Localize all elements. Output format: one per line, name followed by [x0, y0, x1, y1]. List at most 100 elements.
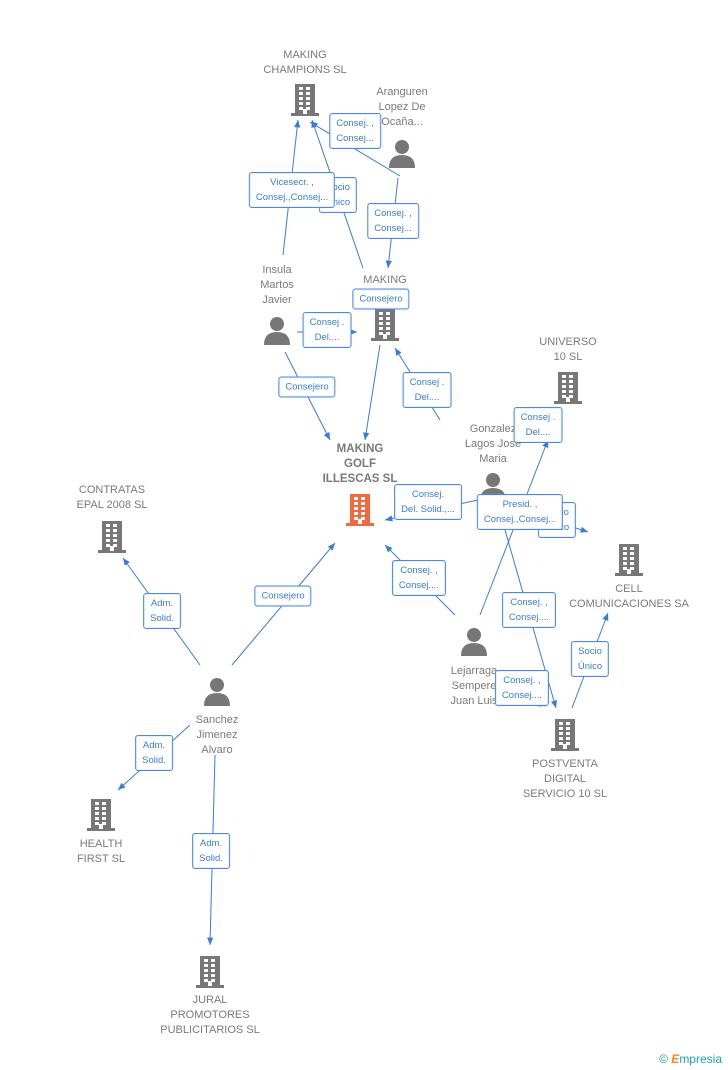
edge-arrow [385, 515, 393, 522]
relation-label[interactable]: Adm. Solid. [192, 833, 230, 869]
node-label-jural[interactable]: JURAL PROMOTORES PUBLICITARIOS SL [160, 993, 259, 1038]
node-label-universo[interactable]: UNIVERSO 10 SL [539, 335, 596, 365]
footer-brand: © Empresia [659, 1052, 722, 1066]
relation-label[interactable]: Adm. Solid. [135, 735, 173, 771]
relation-label-line: Consej. , [400, 565, 438, 576]
building-icon[interactable] [86, 798, 116, 837]
building-icon[interactable] [97, 520, 127, 559]
node-label-line: DIGITAL [544, 773, 586, 785]
node-label-line: CONTRATAS [78, 484, 146, 496]
edge-arrow [363, 432, 370, 440]
node-label-line: CELL [615, 583, 643, 595]
relation-label[interactable]: Consej. , Consej... [367, 203, 419, 239]
node-label-health[interactable]: HEALTH FIRST SL [77, 837, 125, 867]
node-label-making[interactable]: MAKING [363, 273, 406, 288]
node-label-sanchez[interactable]: Sanchez Jimenez Alvaro [196, 713, 239, 758]
relation-label-line: Único [577, 661, 603, 672]
relation-label[interactable]: Vicesecr. , Consej.,Consej... [248, 172, 336, 208]
relation-label-line: Consej . [520, 412, 556, 423]
relation-label[interactable]: Consej . Del.... [302, 312, 352, 348]
relation-label[interactable]: Consej. , Consej.... [501, 592, 557, 628]
relation-label-line: Consej. , [336, 118, 374, 129]
relation-label-line: Consej . [409, 377, 445, 388]
edge-arrow [385, 260, 392, 268]
node-label-insula[interactable]: Insula Martos Javier [260, 263, 294, 308]
node-label-line: EPAL 2008 SL [76, 499, 148, 511]
node-label-line: Javier [262, 294, 292, 306]
node-label-postventa[interactable]: POSTVENTA DIGITAL SERVICIO 10 SL [523, 757, 607, 802]
node-label-champions[interactable]: MAKING CHAMPIONS SL [263, 48, 346, 78]
relation-label-line: Socio [578, 646, 602, 657]
node-label-line: Juan Luis [450, 695, 498, 707]
relation-label[interactable]: Consej . Del.... [402, 372, 452, 408]
node-label-line: POSTVENTA [532, 758, 598, 770]
building-icon[interactable] [614, 543, 644, 582]
relation-label-line: Adm. [199, 838, 223, 849]
relation-label-line: Consej... [374, 223, 412, 234]
node-label-line: PUBLICITARIOS SL [160, 1024, 260, 1036]
relation-label[interactable]: Socio Único [570, 641, 610, 677]
node-label-line: Alvaro [201, 744, 233, 756]
building-icon[interactable] [553, 371, 583, 410]
node-label-aranguren[interactable]: Aranguren Lopez De Ocaña... [376, 85, 427, 130]
node-label-cell[interactable]: CELL COMUNICACIONES SA [569, 582, 689, 612]
relation-label-line: Consej. , [374, 208, 412, 219]
node-label-contratas[interactable]: CONTRATAS EPAL 2008 SL [77, 483, 148, 513]
building-icon[interactable] [550, 718, 580, 757]
building-icon[interactable] [290, 83, 320, 122]
node-label-line: Lejarraga [450, 665, 498, 677]
relation-label[interactable]: Consej . Del.... [513, 407, 563, 443]
relation-label[interactable]: Consejero [278, 376, 336, 398]
relation-label[interactable]: Consej. Del. Solid.,... [394, 484, 462, 520]
node-label-line: FIRST SL [76, 853, 126, 865]
node-label-line: GOLF [344, 458, 376, 470]
relation-label-line: Consej.... [398, 580, 440, 591]
node-label-line: Martos [260, 279, 294, 291]
relation-label[interactable]: Consej. , Consej.... [391, 560, 447, 596]
relation-label-line: Consej.,Consej... [255, 192, 329, 203]
edge-arrow [123, 558, 130, 566]
relation-label[interactable]: Presid. , Consej.,Consej... [476, 494, 564, 530]
node-label-lejarraga[interactable]: Lejarraga Sempere Juan Luis [450, 664, 497, 709]
relation-label[interactable]: Adm. Solid. [143, 593, 181, 629]
node-label-line: SERVICIO 10 SL [522, 788, 608, 800]
person-icon[interactable] [460, 626, 488, 661]
building-icon[interactable] [345, 493, 375, 532]
relation-label-line: Consej.,Consej... [483, 514, 557, 525]
relation-label-line: Consej.... [501, 690, 543, 701]
relation-label-line: Solid. [142, 755, 166, 766]
relation-label[interactable]: Consejero [352, 288, 410, 310]
node-label-line: Insula [262, 264, 292, 276]
node-label-golf[interactable]: MAKING GOLF ILLESCAS SL [323, 442, 398, 487]
person-icon[interactable] [203, 676, 231, 711]
person-icon[interactable] [388, 138, 416, 173]
relation-label-line: Del.... [525, 427, 551, 438]
relation-label-line: Solid. [199, 853, 223, 864]
relation-label-line: Solid. [150, 613, 174, 624]
node-label-line: ILLESCAS SL [322, 473, 398, 485]
relation-label-line: Consejero [261, 590, 305, 602]
node-label-line: CHAMPIONS SL [263, 64, 347, 76]
node-label-line: COMUNICACIONES SA [569, 598, 689, 610]
node-label-line: Jimenez [196, 729, 238, 741]
relation-label-line: Consejero [359, 293, 403, 305]
brand-name: mpresia [679, 1052, 722, 1066]
node-label-line: MAKING [363, 274, 407, 286]
building-icon[interactable] [195, 955, 225, 994]
relation-label-line: Adm. [150, 598, 174, 609]
building-icon[interactable] [370, 308, 400, 347]
relation-label-line: Del.... [414, 392, 440, 403]
relation-label[interactable]: Consej. , Consej.... [494, 670, 550, 706]
relation-label[interactable]: Consej. , Consej... [329, 113, 381, 149]
relation-label-line: Del. Solid.,... [401, 504, 455, 515]
relation-label[interactable]: Consejero [254, 585, 312, 607]
relation-label-line: Consej. , [510, 597, 548, 608]
relation-label-line: Adm. [142, 740, 166, 751]
edge-arrow [550, 700, 557, 708]
relation-label-line: Del.... [314, 332, 340, 343]
node-label-line: Sanchez [195, 714, 239, 726]
node-label-line: Sempere [451, 680, 497, 692]
node-label-line: MAKING [336, 443, 384, 455]
relation-label-line: Vicesecr. , [270, 177, 314, 188]
person-icon[interactable] [263, 315, 291, 350]
